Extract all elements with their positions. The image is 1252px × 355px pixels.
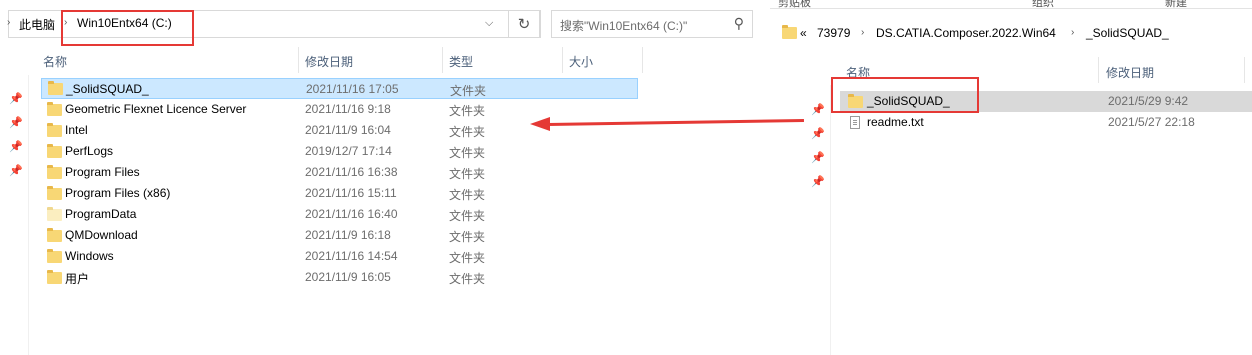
item-type: 文件夹 <box>450 84 487 98</box>
item-type: 文件夹 <box>449 104 486 118</box>
search-placeholder: 搜索"Win10Entx64 (C:)" <box>560 19 688 33</box>
breadcrumb-solidsquad[interactable]: _SolidSQUAD_ <box>1086 26 1169 40</box>
column-date-modified[interactable]: 修改日期 <box>1106 64 1154 81</box>
pane-divider <box>28 75 29 355</box>
folder-icon <box>47 249 62 263</box>
list-item[interactable]: Program Files 2021/11/16 16:38 文件夹 <box>41 162 638 183</box>
item-type: 文件夹 <box>449 146 486 160</box>
item-name: Program Files <box>65 165 140 179</box>
column-divider[interactable] <box>298 47 299 73</box>
pane-divider <box>830 85 831 355</box>
item-name: QMDownload <box>65 228 138 242</box>
breadcrumb-overflow[interactable]: « <box>800 26 807 40</box>
column-divider[interactable] <box>642 47 643 73</box>
item-name: PerfLogs <box>65 144 114 158</box>
pin-icon[interactable]: 📌 <box>9 92 23 105</box>
chevron-right-icon: › <box>861 27 865 38</box>
search-input[interactable]: 搜索"Win10Entx64 (C:)" ⚲ <box>551 10 753 38</box>
item-name: readme.txt <box>867 115 924 129</box>
folder-icon <box>47 123 62 137</box>
folder-icon <box>47 102 62 116</box>
item-type: 文件夹 <box>449 125 486 139</box>
item-name: 用户 <box>65 272 90 286</box>
pin-icon[interactable]: 📌 <box>811 127 825 140</box>
folder-icon <box>782 25 797 39</box>
annotation-highlight-folder <box>831 77 979 113</box>
item-date: 2021/11/9 16:04 <box>305 123 391 137</box>
item-date: 2021/5/29 9:42 <box>1108 94 1189 108</box>
chevron-down-icon[interactable]: ⌵ <box>485 17 493 30</box>
annotation-highlight-drive <box>61 10 194 46</box>
pin-icon[interactable]: 📌 <box>811 151 825 164</box>
column-divider[interactable] <box>1098 57 1099 83</box>
pin-icon[interactable]: 📌 <box>811 103 825 116</box>
column-divider[interactable] <box>1244 57 1245 83</box>
column-type[interactable]: 类型 <box>449 53 473 70</box>
item-date: 2021/11/16 17:05 <box>306 82 399 96</box>
item-date: 2021/11/9 16:18 <box>305 228 391 242</box>
list-item[interactable]: PerfLogs 2019/12/7 17:14 文件夹 <box>41 141 638 162</box>
item-name: Windows <box>65 249 114 263</box>
folder-icon <box>47 270 62 284</box>
ribbon-organize: 组织 <box>1032 0 1054 8</box>
item-type: 文件夹 <box>449 230 486 244</box>
item-type: 文件夹 <box>449 167 486 181</box>
breadcrumb-this-pc[interactable]: 此电脑 <box>19 16 55 33</box>
item-name: Geometric Flexnet Licence Server <box>65 102 247 116</box>
item-type: 文件夹 <box>449 272 486 286</box>
folder-icon <box>47 165 62 179</box>
item-date: 2021/11/9 16:05 <box>305 270 391 284</box>
ribbon-group-labels: 剪贴板 组织 新建 <box>770 0 1252 8</box>
list-item[interactable]: readme.txt 2021/5/27 22:18 <box>840 112 1252 133</box>
address-bar[interactable]: « 73979 › DS.CATIA.Composer.2022.Win64 ›… <box>776 20 1252 46</box>
item-date: 2021/11/16 9:18 <box>305 102 391 116</box>
list-item[interactable]: Windows 2021/11/16 14:54 文件夹 <box>41 246 638 267</box>
list-item[interactable]: ProgramData 2021/11/16 16:40 文件夹 <box>41 204 638 225</box>
folder-icon <box>48 81 63 95</box>
pin-icon[interactable]: 📌 <box>9 140 23 153</box>
item-name: Intel <box>65 123 88 137</box>
pin-icon[interactable]: 📌 <box>9 164 23 177</box>
chevron-right-icon: › <box>7 17 11 28</box>
refresh-icon: ↻ <box>517 16 531 33</box>
folder-icon <box>47 144 62 158</box>
list-item[interactable]: Program Files (x86) 2021/11/16 15:11 文件夹 <box>41 183 638 204</box>
annotation-arrow-head <box>530 117 550 131</box>
item-name: Program Files (x86) <box>65 186 171 200</box>
list-item[interactable]: QMDownload 2021/11/9 16:18 文件夹 <box>41 225 638 246</box>
column-size[interactable]: 大小 <box>569 53 593 70</box>
item-date: 2021/11/16 14:54 <box>305 249 398 263</box>
list-item[interactable]: _SolidSQUAD_ 2021/11/16 17:05 文件夹 <box>41 78 638 99</box>
folder-icon <box>47 207 62 221</box>
item-name: _SolidSQUAD_ <box>66 82 149 96</box>
item-date: 2021/11/16 16:40 <box>305 207 398 221</box>
list-item[interactable]: 用户 2021/11/9 16:05 文件夹 <box>41 267 638 288</box>
ribbon-clipboard: 剪贴板 <box>778 0 811 8</box>
item-date: 2021/11/16 16:38 <box>305 165 398 179</box>
item-date: 2021/11/16 15:11 <box>305 186 397 200</box>
folder-icon <box>47 228 62 242</box>
text-file-icon <box>850 116 860 129</box>
item-date: 2021/5/27 22:18 <box>1108 115 1195 129</box>
refresh-button[interactable]: ↻ <box>508 10 540 38</box>
column-divider[interactable] <box>562 47 563 73</box>
breadcrumb-catia-composer[interactable]: DS.CATIA.Composer.2022.Win64 <box>876 26 1056 40</box>
item-type: 文件夹 <box>449 251 486 265</box>
item-type: 文件夹 <box>449 188 486 202</box>
breadcrumb-73979[interactable]: 73979 <box>817 26 850 40</box>
search-icon: ⚲ <box>733 15 744 31</box>
ribbon-divider <box>770 8 1252 9</box>
item-date: 2019/12/7 17:14 <box>305 144 392 158</box>
folder-icon <box>47 186 62 200</box>
item-type: 文件夹 <box>449 209 486 223</box>
column-date-modified[interactable]: 修改日期 <box>305 53 353 70</box>
ribbon-new: 新建 <box>1165 0 1187 8</box>
column-divider[interactable] <box>442 47 443 73</box>
chevron-right-icon: › <box>1071 27 1075 38</box>
pin-icon[interactable]: 📌 <box>811 175 825 188</box>
item-name: ProgramData <box>65 207 137 221</box>
pin-icon[interactable]: 📌 <box>9 116 23 129</box>
column-name[interactable]: 名称 <box>43 53 67 70</box>
